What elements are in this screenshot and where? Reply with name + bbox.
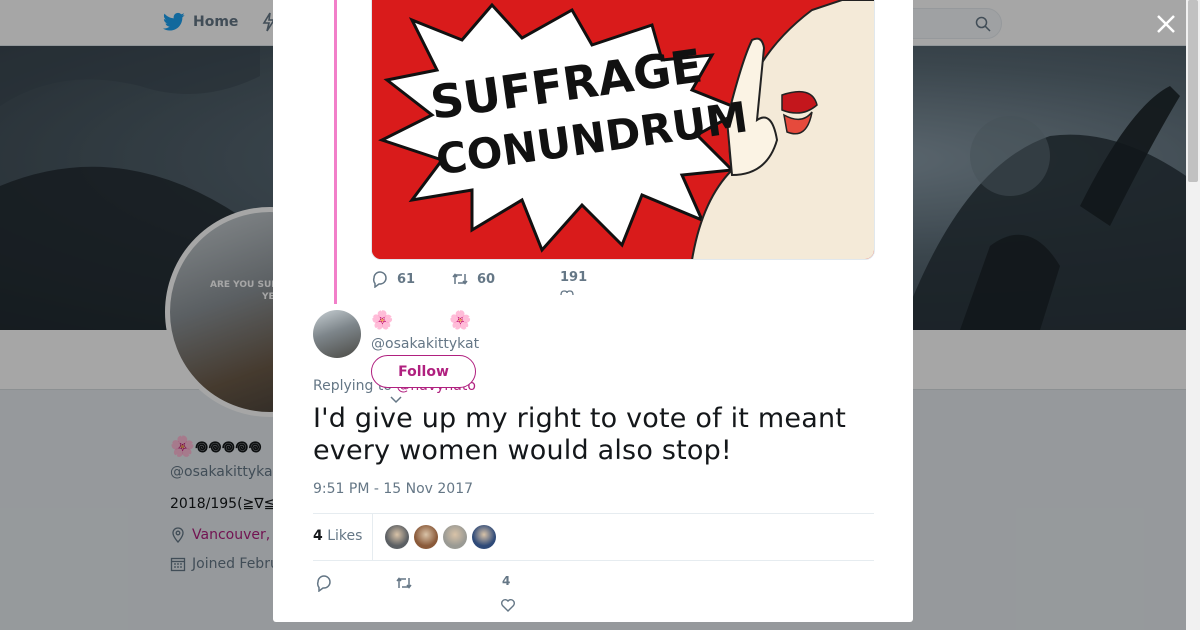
flower-emoji-2: 🌸 bbox=[449, 310, 472, 331]
thread-connector bbox=[334, 0, 337, 304]
retweet-button[interactable] bbox=[395, 574, 413, 596]
follow-button[interactable]: Follow bbox=[371, 355, 476, 388]
likes-label: Likes bbox=[322, 528, 363, 544]
liker-avatar[interactable] bbox=[443, 525, 467, 549]
reply-icon bbox=[372, 271, 387, 288]
liker-avatar[interactable] bbox=[385, 525, 409, 549]
author-display-name[interactable]: 🌸 🌸 bbox=[371, 310, 479, 334]
likes-count-link[interactable]: 4 Likes bbox=[313, 528, 362, 544]
retweet-icon bbox=[452, 273, 468, 285]
parent-tweet-image[interactable]: SUFFRAGE CONUNDRUM bbox=[371, 0, 875, 260]
tweet-text: I'd give up my right to vote of it meant… bbox=[313, 403, 847, 466]
tweet-author-avatar[interactable] bbox=[313, 310, 361, 358]
tweet-timestamp[interactable]: 9:51 PM - 15 Nov 2017 bbox=[313, 481, 473, 497]
liker-avatar[interactable] bbox=[414, 525, 438, 549]
stats-divider bbox=[372, 514, 373, 561]
parent-retweet-button[interactable]: 60 bbox=[451, 270, 495, 288]
tweet-modal: SUFFRAGE CONUNDRUM 61 60 191 🌸 🌸 @osakak… bbox=[273, 0, 913, 622]
flower-emoji: 🌸 bbox=[371, 310, 394, 331]
heart-icon bbox=[501, 599, 515, 612]
like-action-count: 4 bbox=[502, 574, 511, 588]
reply-button[interactable] bbox=[315, 574, 333, 596]
author-handle[interactable]: @osakakittykat bbox=[371, 336, 479, 352]
parent-tweet-actions: 61 60 191 bbox=[371, 270, 671, 296]
reply-icon bbox=[316, 575, 331, 593]
heart-icon bbox=[560, 290, 574, 296]
parent-like-button[interactable]: 191 bbox=[560, 270, 588, 296]
page-scrollbar[interactable] bbox=[1186, 0, 1200, 630]
parent-like-count: 191 bbox=[560, 270, 588, 285]
parent-reply-count: 61 bbox=[397, 271, 416, 287]
likes-count: 4 bbox=[313, 528, 323, 544]
scrollbar-thumb[interactable] bbox=[1188, 0, 1198, 182]
parent-reply-button[interactable]: 61 bbox=[371, 270, 415, 288]
retweet-icon bbox=[396, 577, 412, 589]
liker-avatar[interactable] bbox=[472, 525, 496, 549]
tweet-author[interactable]: 🌸 🌸 @osakakittykat bbox=[371, 310, 479, 352]
close-icon[interactable] bbox=[1152, 10, 1180, 38]
parent-retweet-count: 60 bbox=[477, 271, 496, 287]
tweet-stats: 4 Likes bbox=[313, 513, 874, 561]
likers-list bbox=[385, 525, 496, 549]
tweet-actions: 4 bbox=[313, 572, 874, 612]
